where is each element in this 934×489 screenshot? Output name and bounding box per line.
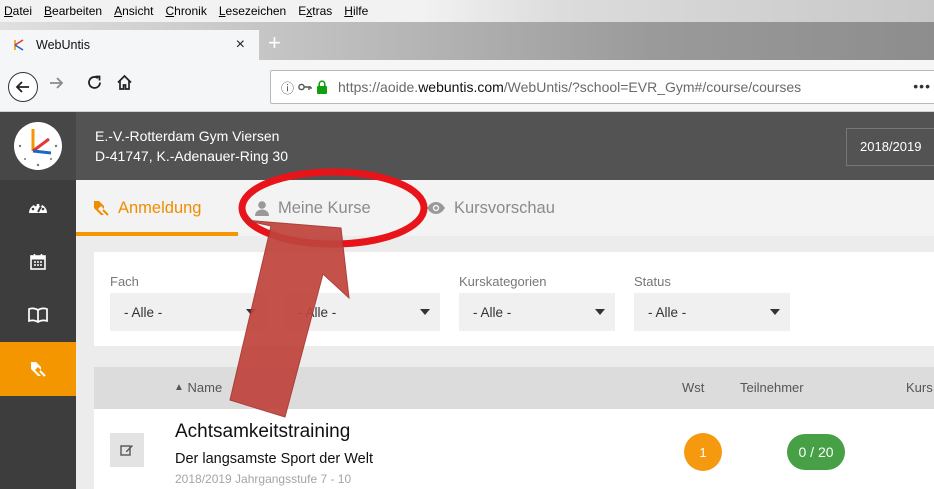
menu-lesezeichen[interactable]: Lesezeichen — [213, 4, 292, 18]
filter-fach: Fach - Alle - — [110, 274, 266, 331]
edit-icon — [120, 445, 133, 456]
edit-button[interactable] — [110, 433, 144, 467]
back-button[interactable] — [8, 72, 38, 102]
column-name[interactable]: ▲ Name — [174, 380, 222, 395]
column-teilnehmer[interactable]: Teilnehmer — [740, 380, 804, 395]
table-row[interactable]: Achtsamkeitstraining Der langsamste Spor… — [94, 409, 934, 489]
school-info: E.-V.-Rotterdam Gym Viersen D-41747, K.-… — [95, 126, 288, 166]
sidebar-item-course-registration[interactable] — [0, 342, 76, 396]
menu-chronik[interactable]: Chronik — [159, 4, 212, 18]
url-bar[interactable]: ⓘ https://aoide.webuntis.com/WebUntis/?s… — [270, 70, 934, 104]
menu-datei[interactable]: Datei — [0, 4, 38, 18]
course-meta: 2018/2019 Jahrgangsstufe 7 - 10 — [175, 472, 352, 486]
course-subtabs: Anmeldung Meine Kurse Kursvorschau — [76, 180, 934, 236]
chevron-down-icon — [246, 309, 256, 315]
course-subtitle: Der langsamste Sport der Welt — [175, 451, 373, 467]
home-button[interactable] — [116, 74, 133, 96]
url-text: https://aoide.webuntis.com/WebUntis/?sch… — [338, 79, 802, 95]
home-icon — [117, 74, 132, 90]
lock-icon — [317, 80, 328, 94]
new-tab-button[interactable]: + — [268, 30, 281, 56]
column-kurs[interactable]: Kurs — [906, 380, 933, 395]
school-name: E.-V.-Rotterdam Gym Viersen — [95, 128, 280, 144]
sidebar — [0, 180, 76, 489]
reload-icon — [88, 75, 101, 89]
user-icon — [254, 200, 270, 217]
wst-badge: 1 — [684, 433, 722, 471]
tab-kursvorschau-label: Kursvorschau — [454, 198, 555, 217]
eye-icon — [426, 201, 446, 215]
filter-fach-value: - Alle - — [124, 304, 163, 320]
main-content: Anmeldung Meine Kurse Kursvorschau Fach … — [76, 180, 934, 489]
courses-table-header: ▲ Name Wst Teilnehmer Kurs — [94, 367, 934, 409]
tab-close-icon[interactable]: × — [236, 36, 245, 54]
column-wst[interactable]: Wst — [682, 380, 704, 395]
filter-panel: Fach - Alle - - Alle - Kurskategorien - … — [94, 252, 934, 346]
course-title: Achtsamkeitstraining — [175, 421, 351, 442]
menu-extras[interactable]: Extras — [292, 4, 338, 18]
chevron-down-icon — [770, 309, 780, 315]
webuntis-logo[interactable] — [0, 112, 76, 180]
filter-second: - Alle - — [284, 274, 440, 331]
filter-kurskategorien-select[interactable]: - Alle - — [459, 293, 615, 331]
sort-ascending-icon: ▲ — [174, 382, 184, 393]
browser-navbar: ⓘ https://aoide.webuntis.com/WebUntis/?s… — [0, 60, 934, 112]
calendar-icon — [30, 253, 46, 270]
school-address: D-41747, K.-Adenauer-Ring 30 — [95, 148, 289, 164]
menu-bearbeiten[interactable]: Bearbeiten — [38, 4, 108, 18]
filter-fach-label: Fach — [110, 274, 139, 289]
tab-anmeldung-label: Anmeldung — [118, 198, 202, 217]
url-security-icons[interactable]: ⓘ — [281, 78, 328, 97]
forward-button[interactable] — [48, 75, 64, 96]
filter-second-value: - Alle - — [298, 304, 337, 320]
browser-tab-webuntis[interactable]: WebUntis × — [0, 30, 260, 60]
menu-hilfe[interactable]: Hilfe — [338, 4, 374, 18]
menu-ansicht[interactable]: Ansicht — [108, 4, 159, 18]
filter-status-select[interactable]: - Alle - — [634, 293, 790, 331]
app-header: E.-V.-Rotterdam Gym Viersen D-41747, K.-… — [0, 112, 934, 180]
filter-status-value: - Alle - — [648, 304, 687, 320]
active-tab-indicator — [76, 232, 238, 236]
filter-kurskategorien: Kurskategorien - Alle - — [459, 274, 615, 331]
school-year-selector[interactable]: 2018/2019 — [846, 128, 934, 166]
sidebar-item-dashboard[interactable] — [0, 180, 76, 234]
page-actions-more-icon[interactable]: ••• — [913, 78, 931, 94]
filter-status-label: Status — [634, 274, 671, 289]
arrow-left-icon — [15, 81, 29, 93]
info-icon: ⓘ — [281, 80, 295, 96]
course-registration-icon — [31, 362, 46, 377]
webuntis-favicon-icon — [12, 38, 26, 52]
filter-second-select[interactable]: - Alle - — [284, 293, 440, 331]
filter-kurskategorien-label: Kurskategorien — [459, 274, 547, 289]
sidebar-item-book[interactable] — [0, 288, 76, 342]
sidebar-item-calendar[interactable] — [0, 234, 76, 288]
course-registration-icon — [92, 199, 110, 217]
reload-button[interactable] — [86, 74, 103, 96]
book-icon — [28, 307, 48, 323]
clock-logo-icon — [14, 122, 62, 170]
tab-anmeldung[interactable]: Anmeldung — [92, 180, 201, 236]
filter-fach-select[interactable]: - Alle - — [110, 293, 266, 331]
arrow-right-icon — [50, 77, 64, 89]
tab-meine-kurse[interactable]: Meine Kurse — [254, 180, 371, 236]
chevron-down-icon — [595, 309, 605, 315]
key-icon — [298, 83, 312, 91]
tab-meine-kurse-label: Meine Kurse — [278, 198, 371, 217]
chevron-down-icon — [420, 309, 430, 315]
participants-badge: 0 / 20 — [787, 434, 845, 470]
filter-status: Status - Alle - — [634, 274, 790, 331]
filter-second-label — [284, 274, 440, 289]
tab-title: WebUntis — [36, 38, 90, 52]
tab-kursvorschau[interactable]: Kursvorschau — [426, 180, 555, 236]
dashboard-icon — [29, 203, 47, 213]
browser-menubar: Datei Bearbeiten Ansicht Chronik Lesezei… — [0, 0, 934, 22]
filter-kurskategorien-value: - Alle - — [473, 304, 512, 320]
